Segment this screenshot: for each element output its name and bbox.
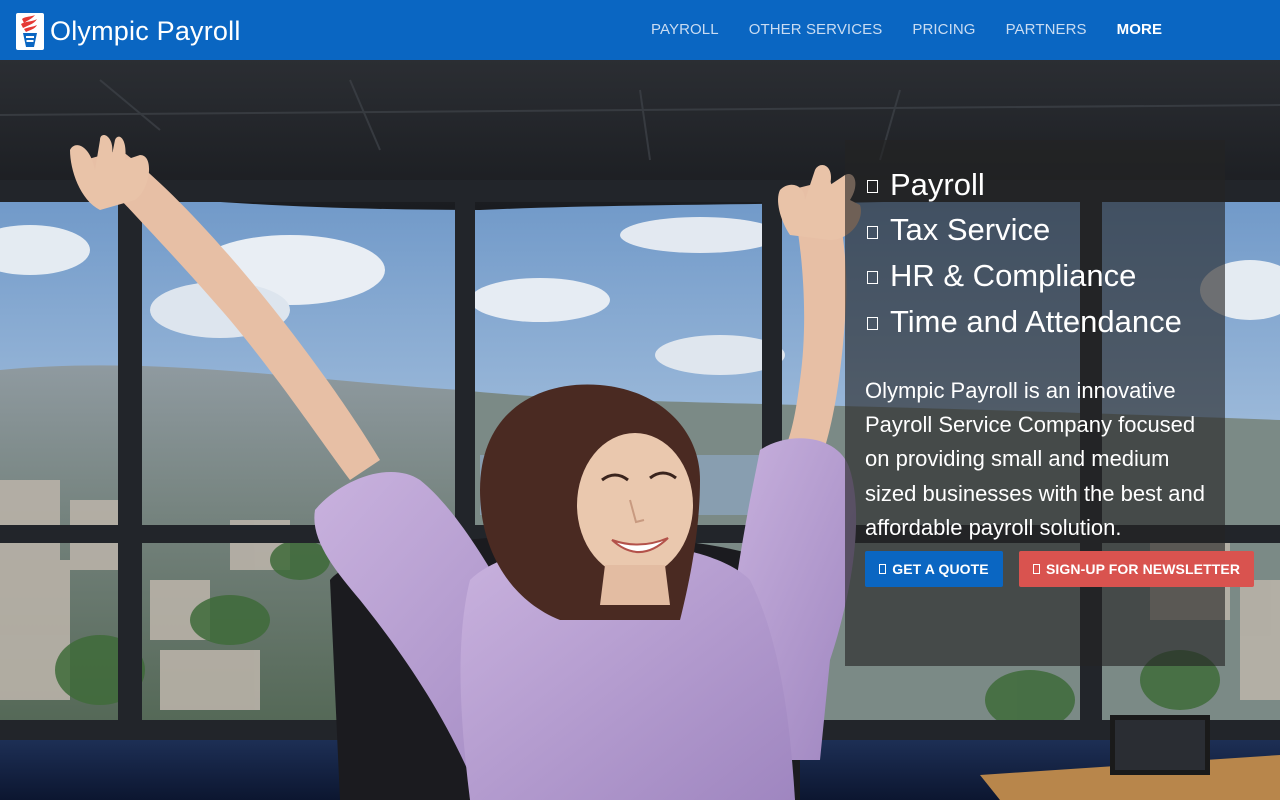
service-item-hr: HR & Compliance — [867, 253, 1182, 299]
quote-icon — [879, 564, 887, 574]
newsletter-signup-button[interactable]: SIGN-UP FOR NEWSLETTER — [1019, 551, 1254, 587]
service-item-time: Time and Attendance — [867, 299, 1182, 345]
nav-other-services[interactable]: OTHER SERVICES — [734, 0, 898, 60]
service-item-tax: Tax Service — [867, 208, 1182, 254]
get-a-quote-button[interactable]: GET A QUOTE — [865, 551, 1003, 587]
top-navbar: Olympic Payroll PAYROLL OTHER SERVICES P… — [0, 0, 1280, 60]
nav-more-dropdown[interactable]: MORE — [1102, 0, 1177, 60]
service-label: Payroll — [890, 166, 985, 202]
get-a-quote-label: GET A QUOTE — [892, 561, 989, 577]
service-label: Tax Service — [890, 212, 1051, 248]
hero-description: Olympic Payroll is an innovative Payroll… — [865, 378, 1205, 540]
check-square-icon — [867, 271, 878, 285]
check-square-icon — [867, 180, 878, 194]
brand-home-link[interactable]: Olympic Payroll — [16, 12, 241, 50]
newsletter-signup-label: SIGN-UP FOR NEWSLETTER — [1045, 561, 1241, 577]
services-list: Payroll Tax Service HR & Compliance Time… — [867, 162, 1182, 344]
service-label: HR & Compliance — [890, 257, 1137, 293]
service-item-payroll: Payroll — [867, 162, 1182, 208]
nav-payroll[interactable]: PAYROLL — [636, 0, 734, 60]
nav-pricing[interactable]: PRICING — [897, 0, 990, 60]
check-square-icon — [867, 317, 878, 331]
newsletter-icon — [1032, 564, 1040, 574]
olympic-torch-logo-icon — [16, 12, 44, 50]
main-nav: PAYROLL OTHER SERVICES PRICING PARTNERS … — [636, 0, 1177, 60]
nav-partners[interactable]: PARTNERS — [991, 0, 1102, 60]
services-overlay-panel: Payroll Tax Service HR & Compliance Time… — [845, 140, 1225, 666]
check-square-icon — [867, 225, 878, 239]
service-label: Time and Attendance — [890, 303, 1182, 339]
brand-name: Olympic Payroll — [50, 15, 241, 46]
hero-section: Payroll Tax Service HR & Compliance Time… — [0, 60, 1280, 800]
